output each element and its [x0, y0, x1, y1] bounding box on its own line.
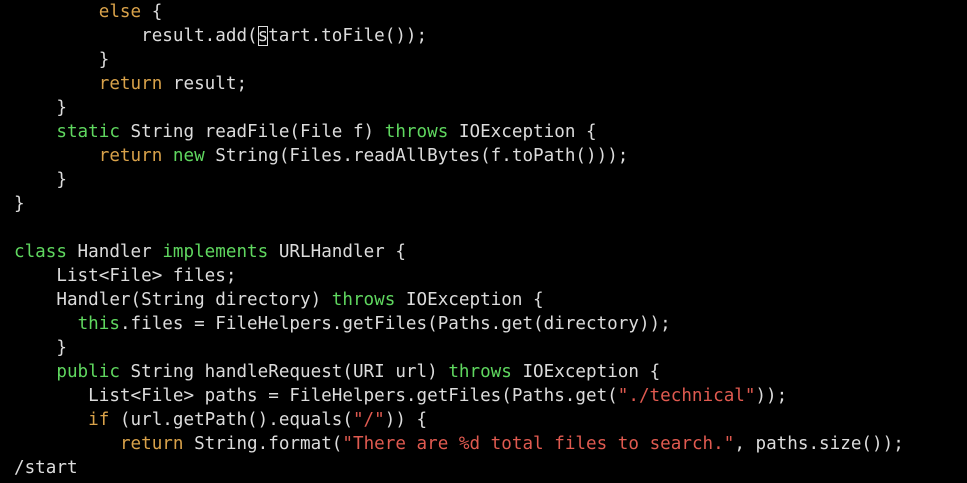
- keyword-this: this: [77, 314, 120, 334]
- command-line[interactable]: /start: [14, 456, 78, 480]
- code-line-17: List<File> paths = FileHelpers.getFiles(…: [14, 386, 788, 406]
- code-line-4: return result;: [98, 74, 248, 94]
- code-line-12: List<File> files;: [14, 266, 237, 286]
- code-line-1: else {: [98, 2, 163, 22]
- code-line-11: class Handler implements URLHandler {: [14, 242, 406, 262]
- keyword-class: class: [14, 242, 67, 262]
- code-line-7: return new String(Files.readAllBytes(f.t…: [98, 146, 629, 166]
- keyword-return: return: [119, 434, 184, 454]
- keyword-throws: throws: [331, 290, 396, 310]
- code-line-5: }: [14, 98, 67, 118]
- code-line-8: }: [14, 170, 67, 190]
- code-editor[interactable]: else { result.add(start.toFile()); } ret…: [0, 0, 967, 483]
- code-line-13: Handler(String directory) throws IOExcep…: [14, 290, 544, 310]
- string-literal: "/": [352, 410, 385, 430]
- text-cursor: s: [257, 26, 269, 46]
- keyword-throws: throws: [384, 122, 449, 142]
- string-literal: "./technical": [617, 386, 756, 406]
- keyword-new: new: [172, 146, 205, 166]
- keyword-else: else: [98, 2, 142, 22]
- keyword-if: if: [88, 410, 110, 430]
- code-line-16: public String handleRequest(URI url) thr…: [56, 362, 661, 382]
- code-line-2: result.add(start.toFile());: [14, 26, 428, 46]
- code-line-9: }: [14, 194, 25, 214]
- code-line-19: return String.format("There are %d total…: [119, 434, 904, 454]
- code-line-18: if (url.getPath().equals("/")) {: [88, 410, 428, 430]
- code-line-15: }: [14, 338, 67, 358]
- code-line-14: this.files = FileHelpers.getFiles(Paths.…: [77, 314, 671, 334]
- keyword-return: return: [98, 146, 163, 166]
- code-line-6: static String readFile(File f) throws IO…: [56, 122, 597, 142]
- string-literal: "There are %d total files to search.": [342, 434, 735, 454]
- code-line-3: }: [14, 50, 110, 70]
- keyword-implements: implements: [162, 242, 269, 262]
- keyword-public: public: [56, 362, 120, 382]
- keyword-static: static: [56, 122, 120, 142]
- keyword-return: return: [98, 74, 163, 94]
- keyword-throws: throws: [448, 362, 512, 382]
